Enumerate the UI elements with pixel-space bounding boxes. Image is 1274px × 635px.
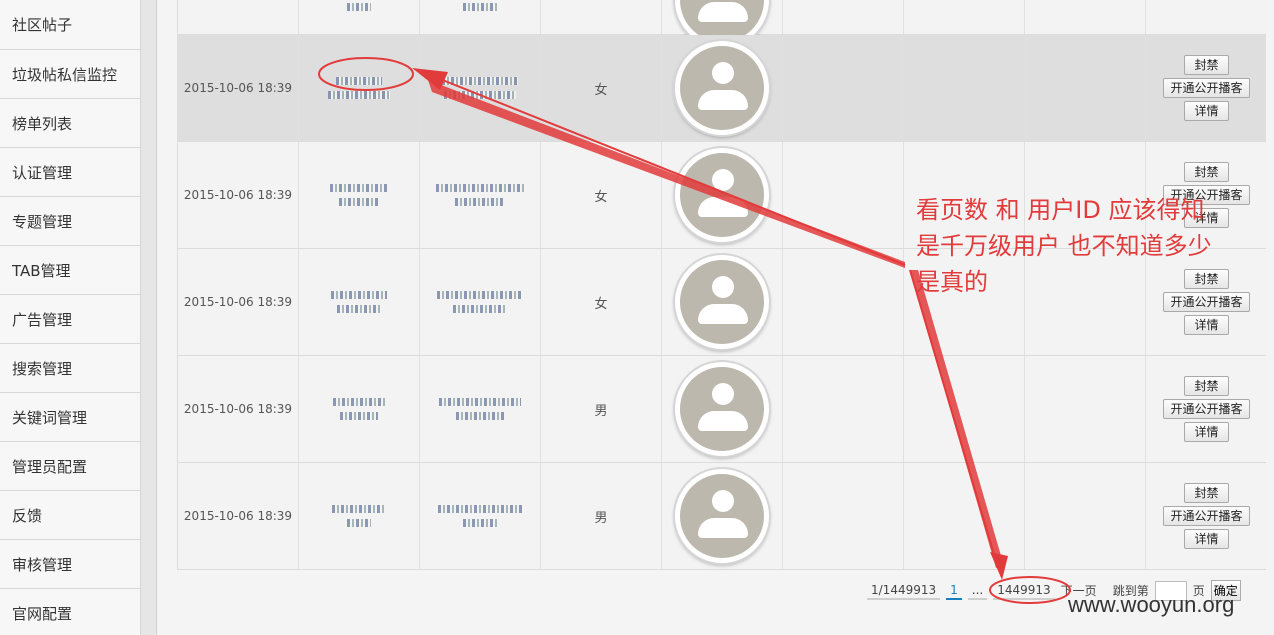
row-action-button[interactable]: 详情: [1184, 315, 1229, 335]
row-userid-redacted: [420, 0, 541, 34]
sidebar-item[interactable]: TAB管理: [0, 246, 140, 295]
table-row: 2015-10-06 18:39 男 封禁开通公开播客 详情: [178, 463, 1266, 570]
sidebar-item[interactable]: 反馈: [0, 491, 140, 540]
row-action-button[interactable]: 封禁: [1184, 55, 1229, 75]
sidebar-item[interactable]: 官网配置: [0, 589, 140, 635]
sidebar-item[interactable]: 管理员配置: [0, 442, 140, 491]
row-userid-redacted: [420, 463, 541, 569]
row-action-button[interactable]: 封禁: [1184, 376, 1229, 396]
page-ellipsis: ...: [967, 582, 988, 600]
row-username-redacted: [299, 463, 420, 569]
row-gender: [541, 0, 662, 34]
table-row: 2015-10-06 18:39 女 封禁开通公开播客 详情: [178, 35, 1266, 142]
row-avatar: [662, 463, 783, 569]
row-username-redacted: [299, 142, 420, 248]
row-username-redacted: [299, 0, 420, 34]
table-row: 详情: [178, 0, 1267, 47]
row-avatar: [662, 142, 783, 248]
sidebar-item[interactable]: 榜单列表: [0, 99, 140, 148]
row-empty-cell: [783, 0, 904, 34]
row-username-redacted: [299, 35, 420, 141]
row-username-redacted: [299, 249, 420, 355]
row-gender: 女: [541, 249, 662, 355]
row-time: 2015-10-06 18:39: [178, 356, 299, 462]
row-action-button[interactable]: 详情: [1184, 422, 1229, 442]
row-empty-cell: [1025, 356, 1146, 462]
admin-page: 社区帖子 垃圾帖私信监控 榜单列表 认证管理 专题管理 TAB管理 广告管理 搜索管理 关键词管…: [0, 0, 1274, 635]
avatar-icon: [675, 255, 769, 349]
row-action-button[interactable]: 封禁: [1184, 162, 1229, 182]
row-empty-cell: [783, 249, 904, 355]
row-empty-cell: [783, 142, 904, 248]
row-actions: 封禁开通公开播客 详情: [1146, 35, 1267, 141]
sidebar-item[interactable]: 社区帖子: [0, 0, 140, 50]
annotation-line-3: 是真的: [916, 268, 988, 296]
table-row: 2015-10-06 18:39 男 封禁开通公开播客 详情: [178, 356, 1266, 463]
main-content: 详情 2015-10-06 18:39 女 封禁开通公开播客详情 2015-10…: [157, 0, 1274, 635]
row-userid-redacted: [420, 356, 541, 462]
avatar-icon: [675, 41, 769, 135]
row-userid-redacted: [420, 249, 541, 355]
avatar-icon: [675, 148, 769, 242]
row-time: 2015-10-06 18:39: [178, 35, 299, 141]
row-userid-redacted: [420, 35, 541, 141]
row-avatar: [662, 35, 783, 141]
row-avatar: [662, 249, 783, 355]
row-actions: 封禁开通公开播客 详情: [1146, 356, 1267, 462]
row-time: 2015-10-06 18:39: [178, 142, 299, 248]
row-avatar: [662, 356, 783, 462]
row-empty-cell: [783, 463, 904, 569]
row-action-button[interactable]: 封禁: [1184, 483, 1229, 503]
row-username-redacted: [299, 356, 420, 462]
page-link-current[interactable]: 1: [946, 582, 962, 600]
avatar-icon: [675, 362, 769, 456]
avatar-icon: [675, 469, 769, 563]
row-empty-cell: [1025, 463, 1146, 569]
row-empty-cell: [904, 356, 1025, 462]
row-actions: 封禁开通公开播客 详情: [1146, 463, 1267, 569]
row-action-button[interactable]: 开通公开播客: [1163, 506, 1250, 526]
page-link-last[interactable]: 1449913: [993, 582, 1055, 600]
row-empty-cell: [1025, 35, 1146, 141]
sidebar-gutter: [141, 0, 157, 635]
annotation-line-1: 看页数 和 用户ID 应该得知: [916, 196, 1205, 224]
sidebar-item[interactable]: 垃圾帖私信监控: [0, 50, 140, 99]
row-gender: 男: [541, 356, 662, 462]
page-summary: 1/1449913: [867, 582, 941, 600]
sidebar-item[interactable]: 专题管理: [0, 197, 140, 246]
sidebar-item[interactable]: 广告管理: [0, 295, 140, 344]
row-empty-cell: [783, 356, 904, 462]
row-time: [178, 0, 299, 34]
sidebar-item[interactable]: 审核管理: [0, 540, 140, 589]
row-gender: 女: [541, 142, 662, 248]
row-empty-cell: [904, 0, 1025, 34]
row-time: 2015-10-06 18:39: [178, 463, 299, 569]
watermark: www.wooyun.org: [1068, 592, 1235, 617]
row-actions: 详情: [1146, 0, 1267, 34]
sidebar-item[interactable]: 搜索管理: [0, 344, 140, 393]
row-action-button[interactable]: 开通公开播客: [1163, 399, 1250, 419]
annotation-line-2: 是千万级用户 也不知道多少: [916, 232, 1212, 260]
sidebar-item[interactable]: 关键词管理: [0, 393, 140, 442]
sidebar-item[interactable]: 认证管理: [0, 148, 140, 197]
row-time: 2015-10-06 18:39: [178, 249, 299, 355]
row-action-button[interactable]: 详情: [1184, 529, 1229, 549]
sidebar: 社区帖子 垃圾帖私信监控 榜单列表 认证管理 专题管理 TAB管理 广告管理 搜索管理 关键词管…: [0, 0, 141, 635]
row-userid-redacted: [420, 142, 541, 248]
row-empty-cell: [904, 463, 1025, 569]
row-avatar: [662, 0, 783, 47]
row-empty-cell: [904, 35, 1025, 141]
row-empty-cell: [1025, 0, 1146, 34]
row-action-button[interactable]: 详情: [1184, 101, 1229, 121]
row-action-button[interactable]: 开通公开播客: [1163, 78, 1250, 98]
row-gender: 女: [541, 35, 662, 141]
annotation-text: 看页数 和 用户ID 应该得知 是千万级用户 也不知道多少 是真的: [916, 192, 1268, 300]
row-empty-cell: [783, 35, 904, 141]
row-gender: 男: [541, 463, 662, 569]
